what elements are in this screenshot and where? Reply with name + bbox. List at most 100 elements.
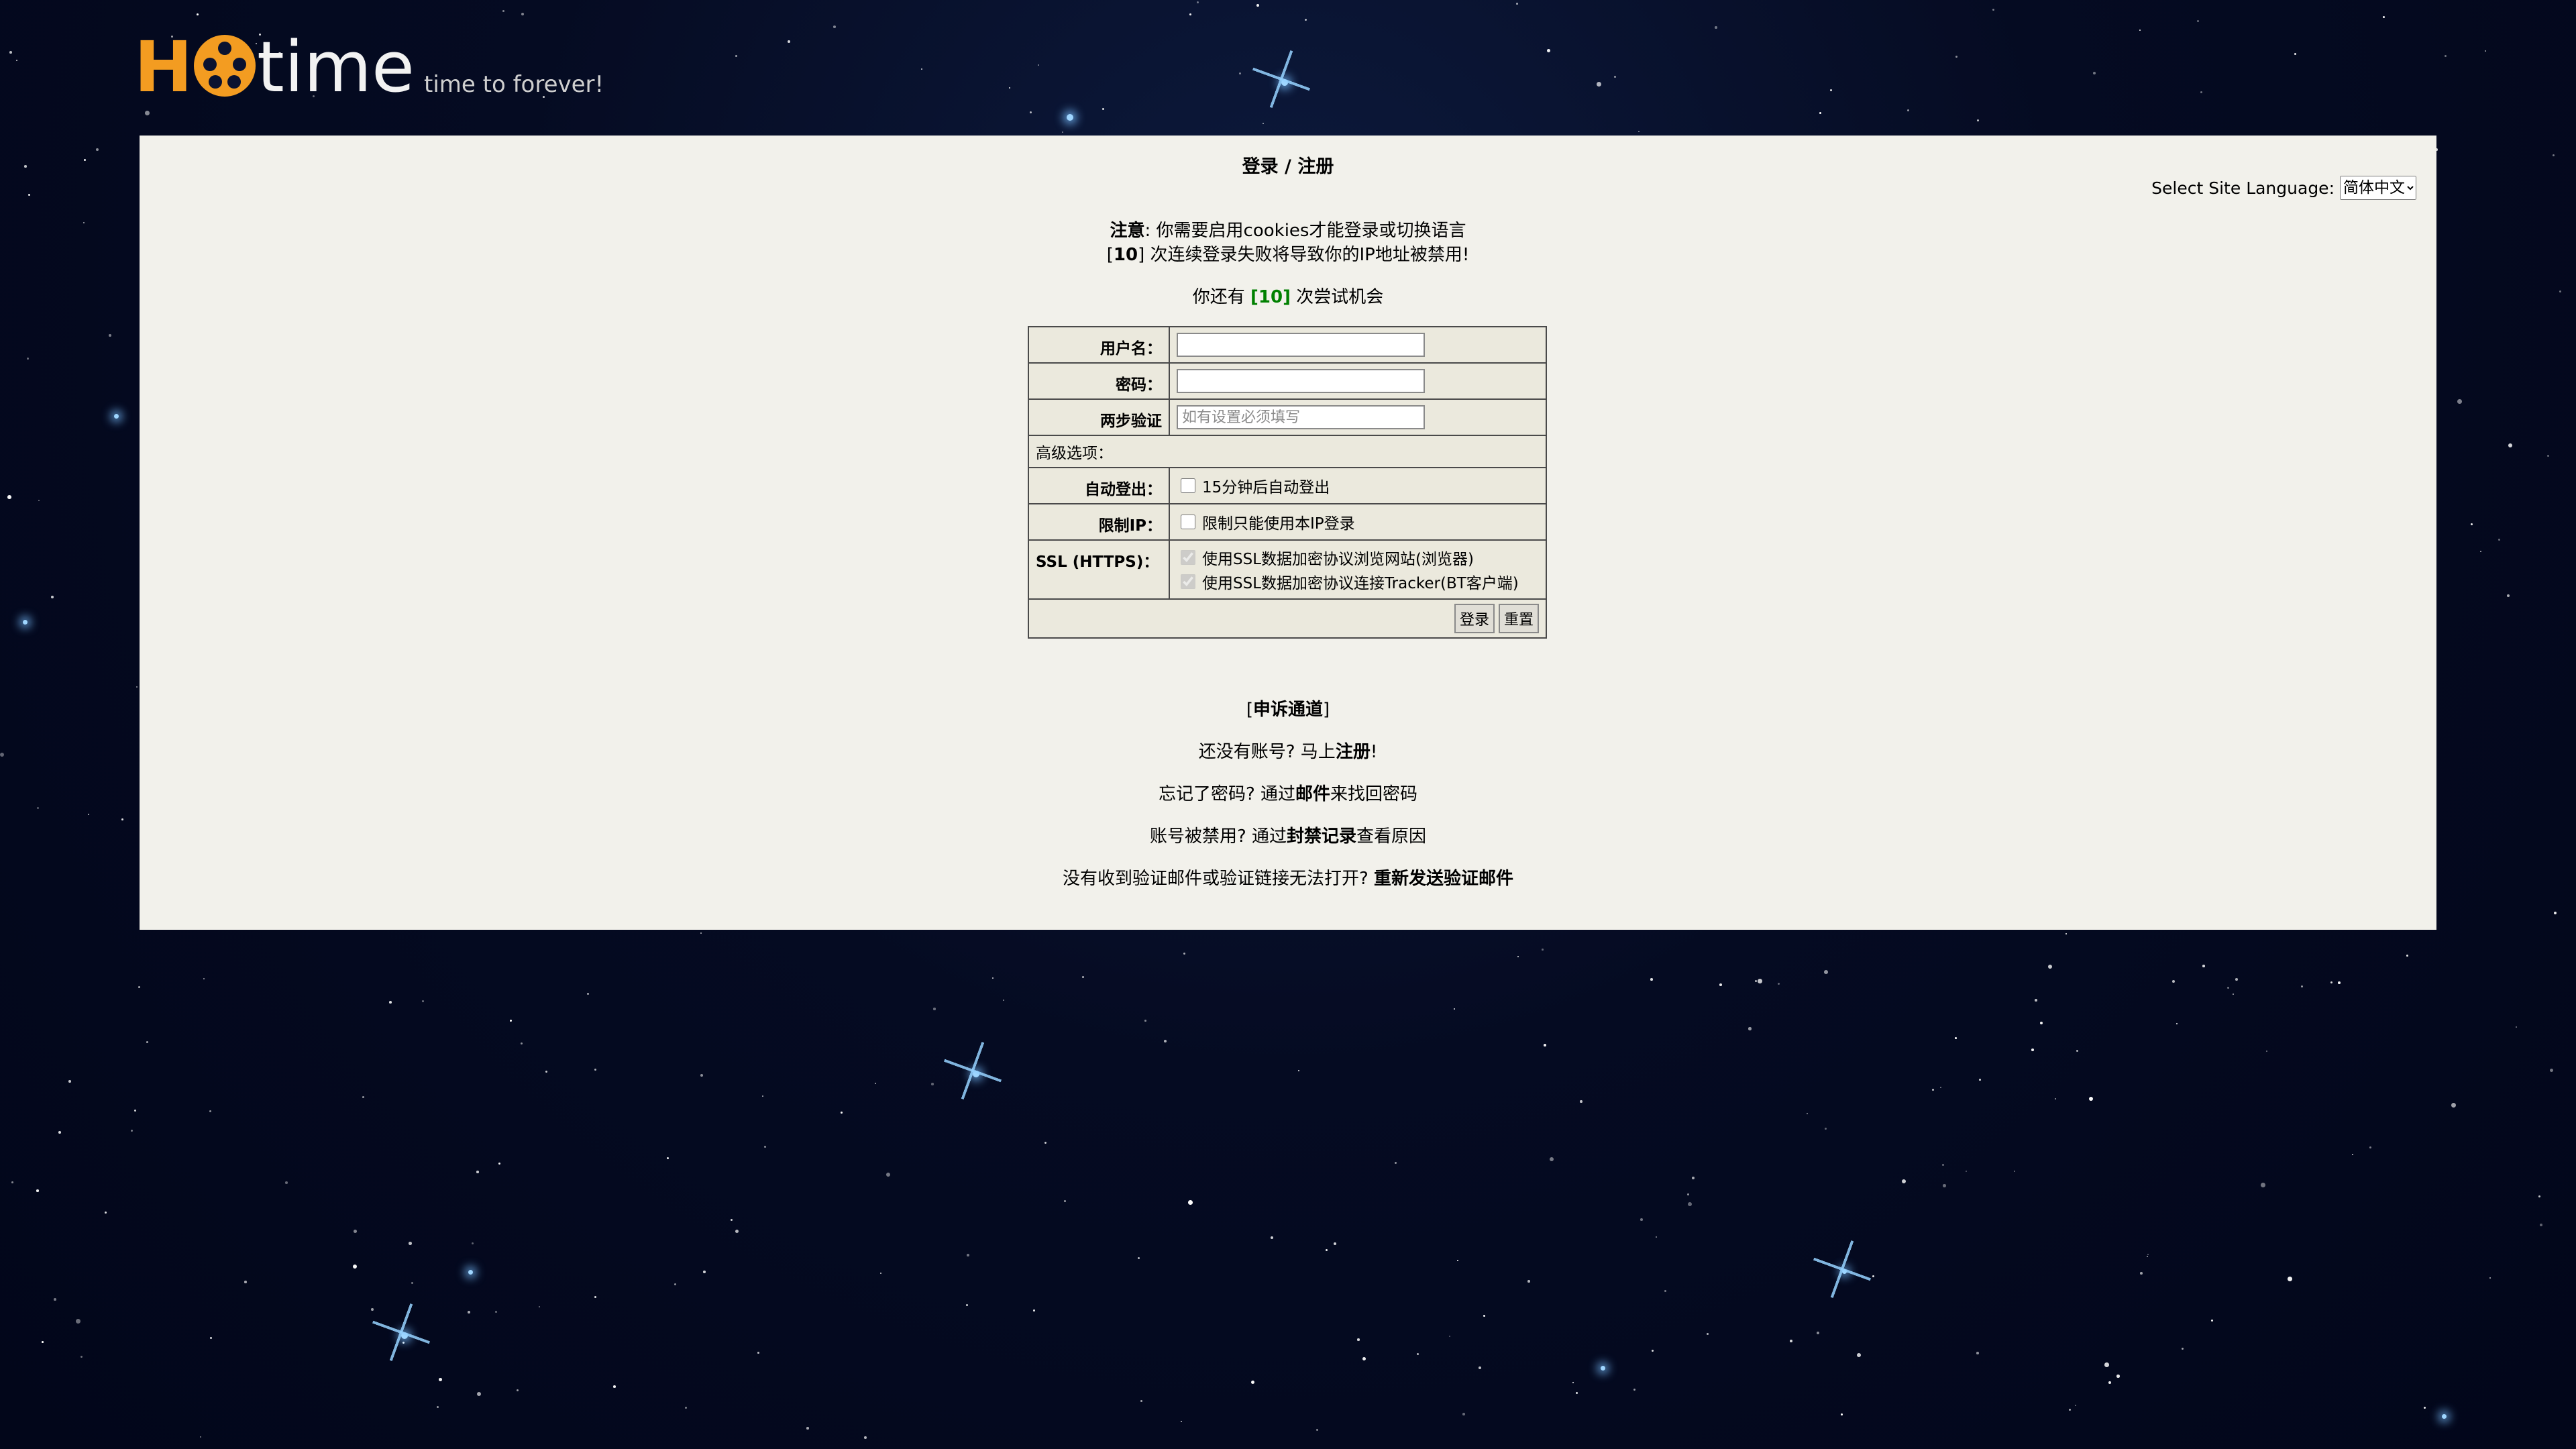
autologout-checkbox[interactable] (1181, 478, 1195, 493)
advanced-options-label: 高级选项： (1028, 435, 1547, 468)
star (2014, 1171, 2016, 1173)
star (472, 1242, 474, 1245)
username-cell (1169, 326, 1547, 364)
star (1417, 1353, 1419, 1356)
banned-line: 账号被禁用? 通过封禁记录查看原因 (140, 824, 2436, 867)
failed-attempts-limit: 10 (1113, 245, 1138, 265)
forgot-line: 忘记了密码? 通过邮件来找回密码 (140, 782, 2436, 824)
star (2065, 933, 2068, 935)
star (146, 1041, 148, 1043)
star (1197, 1, 1199, 4)
star (1140, 1400, 1142, 1402)
password-cell (1169, 362, 1547, 400)
star (510, 1020, 512, 1022)
language-label: Select Site Language: (2151, 178, 2334, 198)
star (2031, 1049, 2034, 1051)
login-panel: 登录 / 注册 Select Site Language: 简体中文 注意: 你… (140, 136, 2436, 930)
star (1841, 1413, 1843, 1415)
signup-link[interactable]: 注册 (1336, 742, 1371, 762)
star (1062, 131, 1063, 133)
star (2489, 1277, 2491, 1279)
star (1544, 1044, 1546, 1046)
star (411, 1282, 414, 1285)
ban-records-link[interactable]: 封禁记录 (1287, 826, 1356, 847)
star (1457, 1260, 1459, 1262)
twofa-row: 两步验证 (1028, 398, 1547, 436)
appeal-link[interactable]: 申诉通道 (1253, 700, 1323, 720)
banned-suffix: 查看原因 (1356, 826, 1427, 847)
restrictip-checkbox[interactable] (1181, 515, 1195, 529)
star (2485, 50, 2487, 52)
star (121, 818, 123, 820)
signup-prefix: 还没有账号? 马上 (1198, 742, 1336, 762)
star (539, 1306, 541, 1308)
star (700, 932, 702, 934)
star-sparkle (934, 1032, 1012, 1110)
restrictip-option[interactable]: 限制只能使用本IP登录 (1177, 511, 1539, 533)
star (613, 1385, 616, 1388)
autologout-option[interactable]: 15分钟后自动登出 (1177, 474, 1539, 497)
star (109, 334, 111, 337)
star (2076, 1050, 2078, 1052)
star (2508, 443, 2512, 447)
star (1003, 1000, 1005, 1002)
star (285, 1181, 288, 1184)
star (1462, 1413, 1465, 1415)
bright-star (23, 620, 28, 625)
recover-email-link[interactable]: 邮件 (1295, 784, 1330, 804)
star (1009, 87, 1011, 89)
star (1305, 19, 1307, 21)
star (1102, 108, 1105, 111)
star (1064, 1200, 1067, 1203)
star (764, 1146, 766, 1148)
reset-button[interactable]: 重置 (1498, 604, 1539, 633)
star-sparkle (362, 1293, 440, 1371)
star (210, 1337, 213, 1340)
star (1758, 979, 1762, 983)
bright-star (1601, 1366, 1605, 1371)
star (931, 1083, 934, 1085)
star (703, 1271, 706, 1273)
star (2075, 1405, 2077, 1407)
star (1357, 1338, 1360, 1341)
star (2451, 1103, 2456, 1108)
star (594, 1069, 597, 1071)
star (200, 1436, 202, 1438)
star (685, 1407, 688, 1409)
star (1824, 970, 1828, 974)
login-form: 用户名： 密码： 两步验证 高级选项： 自动登出： 15分钟后自动登出 限制IP… (1028, 326, 1547, 639)
star (209, 1110, 212, 1113)
star (762, 1095, 763, 1097)
password-input[interactable] (1177, 369, 1425, 393)
star (1992, 9, 1994, 11)
resend-verification-link[interactable]: 重新发送验证邮件 (1374, 869, 1513, 889)
username-input[interactable] (1177, 333, 1425, 357)
restrictip-label: 限制IP： (1028, 503, 1170, 541)
star (1572, 1382, 1574, 1384)
password-row: 密码： (1028, 362, 1547, 400)
star (2457, 399, 2462, 404)
star (545, 1071, 547, 1073)
star (1033, 1309, 1035, 1311)
star (1825, 1128, 1827, 1130)
star (1857, 1353, 1862, 1358)
twofa-cell (1169, 398, 1547, 436)
star (1516, 3, 1518, 5)
language-selector: Select Site Language: 简体中文 (2151, 176, 2416, 200)
ssl-label: SSL (HTTPS)： (1028, 539, 1170, 600)
star (2116, 1375, 2120, 1378)
language-select[interactable]: 简体中文 (2340, 176, 2416, 200)
star (594, 1296, 597, 1299)
star (1977, 119, 1980, 122)
twofa-input[interactable] (1177, 405, 1425, 429)
star (138, 986, 141, 989)
star (439, 1378, 442, 1381)
star (521, 13, 524, 15)
star (1715, 26, 1717, 29)
star (2507, 594, 2510, 598)
star (2055, 1098, 2057, 1100)
star (2035, 999, 2037, 1002)
notice-text: : 你需要启用cookies才能登录或切换语言 (1144, 221, 1466, 241)
star (1778, 983, 1780, 985)
login-button[interactable]: 登录 (1454, 604, 1495, 633)
